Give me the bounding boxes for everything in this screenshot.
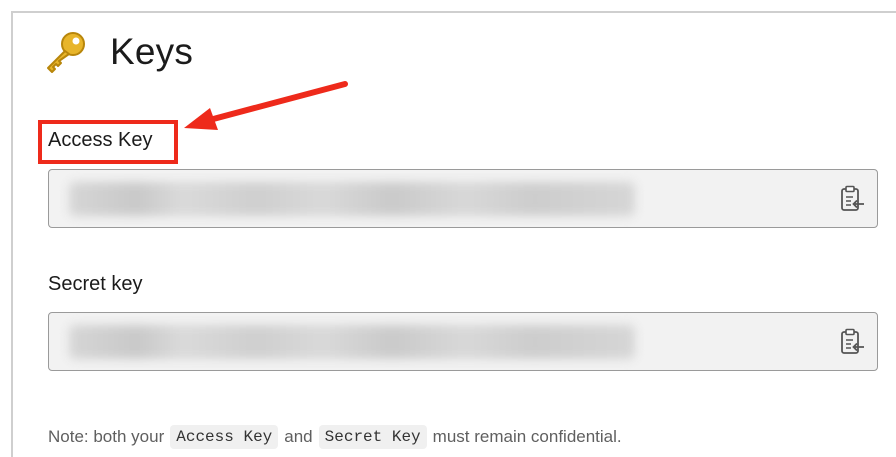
page-title: Keys — [110, 31, 194, 72]
keys-panel — [11, 11, 896, 457]
note-code-secret-key: Secret Key — [318, 425, 427, 449]
title-row: Keys — [40, 30, 193, 74]
secret-key-value-redacted — [69, 325, 635, 359]
clipboard-copy-icon — [841, 185, 864, 211]
note-middle: and — [284, 427, 313, 446]
highlight-annotation-box — [38, 120, 178, 164]
clipboard-copy-icon — [841, 328, 864, 354]
key-icon — [47, 32, 85, 73]
confidentiality-note: Note: both your Access Key and Secret Ke… — [48, 425, 622, 449]
secret-key-field[interactable] — [48, 312, 878, 371]
access-key-field[interactable] — [48, 169, 878, 228]
note-suffix: must remain confidential. — [432, 427, 622, 446]
secret-key-copy-button[interactable] — [837, 327, 867, 357]
note-code-access-key: Access Key — [170, 425, 279, 449]
secret-key-label: Secret key — [48, 273, 143, 295]
access-key-copy-button[interactable] — [837, 184, 867, 214]
note-prefix: Note: both your — [48, 427, 165, 446]
red-arrow-icon — [184, 81, 348, 130]
access-key-value-redacted — [69, 182, 635, 216]
